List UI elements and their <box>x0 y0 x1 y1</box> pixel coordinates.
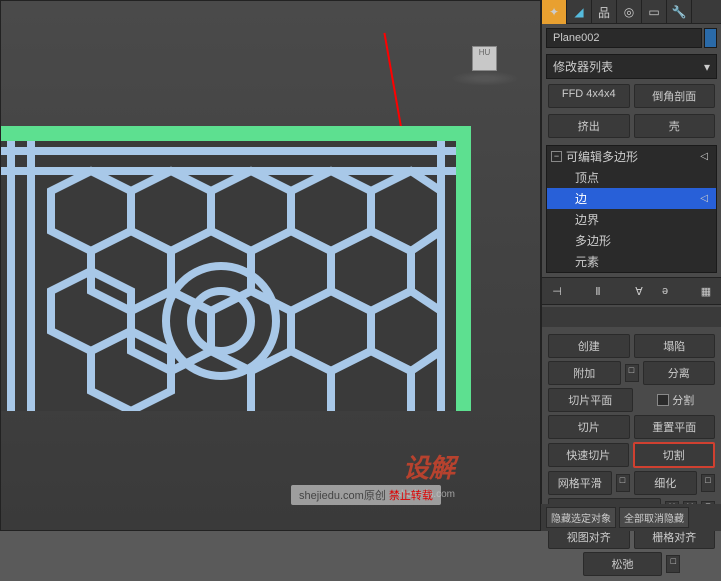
chevron-down-icon: ▾ <box>704 60 710 74</box>
slice-button[interactable]: 切片 <box>548 415 630 439</box>
relax-settings-button[interactable]: □ <box>666 555 680 573</box>
relax-button[interactable]: 松弛 <box>583 552 663 576</box>
modifier-stack[interactable]: − 可编辑多边形 ◁ 顶点 边 ◁ 边界 多边形 元素 <box>546 145 717 273</box>
reset-plane-button[interactable]: 重置平面 <box>634 415 716 439</box>
mesh-wireframe <box>1 141 456 411</box>
msmooth-settings-button[interactable]: □ <box>616 474 630 492</box>
quick-slice-button[interactable]: 快速切片 <box>548 443 629 467</box>
make-unique-icon[interactable]: ∀ <box>630 282 648 300</box>
footer-site: shejiedu.com原创 <box>299 490 386 502</box>
modifier-list-dropdown[interactable]: 修改器列表 ▾ <box>546 54 717 79</box>
object-name-row <box>542 24 721 52</box>
slice-plane-button[interactable]: 切片平面 <box>548 388 633 412</box>
tree-item-border[interactable]: 边界 <box>547 209 716 230</box>
bottom-bar: 隐藏选定对象 全部取消隐藏 <box>541 504 721 531</box>
tree-item-polygon[interactable]: 多边形 <box>547 230 716 251</box>
tree-root-editable-poly[interactable]: − 可编辑多边形 ◁ <box>547 146 716 167</box>
view-cube[interactable]: HU <box>450 36 520 91</box>
tree-indicator-icon: ◁ <box>700 151 708 162</box>
hide-selected-button[interactable]: 隐藏选定对象 <box>546 507 616 528</box>
split-label: 分割 <box>672 392 694 408</box>
command-panel: ✦ ◢ 品 ◎ ▭ 🔧 修改器列表 ▾ FFD 4x4x4 倒角剖面 挤出 壳 … <box>541 0 721 531</box>
tab-utilities-icon[interactable]: 🔧 <box>667 0 692 24</box>
tree-item-element[interactable]: 元素 <box>547 251 716 272</box>
split-checkbox-group[interactable]: 分割 <box>637 392 716 408</box>
viewport[interactable]: HU <box>0 0 541 531</box>
tab-motion-icon[interactable]: ◎ <box>617 0 642 24</box>
split-checkbox[interactable] <box>657 394 669 406</box>
tab-modify-icon[interactable]: ◢ <box>567 0 592 24</box>
tree-indicator-icon: ◁ <box>700 193 708 204</box>
edit-tools: 创建 塌陷 附加 □ 分离 切片平面 分割 切片 重置平面 快速切片 切割 网格… <box>542 329 721 581</box>
section-divider <box>542 307 721 327</box>
collapse-button[interactable]: 塌陷 <box>634 334 716 358</box>
pin-stack-icon[interactable]: ⊣ <box>548 282 566 300</box>
object-color-swatch[interactable] <box>704 28 717 48</box>
object-name-input[interactable] <box>546 28 702 48</box>
dropdown-label: 修改器列表 <box>553 58 613 75</box>
tessellate-settings-button[interactable]: □ <box>701 474 715 492</box>
tree-item-edge[interactable]: 边 ◁ <box>547 188 716 209</box>
watermark-text: 设解 <box>403 448 455 485</box>
extrude-button[interactable]: 挤出 <box>548 114 630 138</box>
tree-collapse-icon[interactable]: − <box>551 151 562 162</box>
tree-item-vertex[interactable]: 顶点 <box>547 167 716 188</box>
cube-shadow <box>450 71 520 86</box>
tab-hierarchy-icon[interactable]: 品 <box>592 0 617 24</box>
shell-button[interactable]: 壳 <box>634 114 716 138</box>
attach-settings-button[interactable]: □ <box>625 364 639 382</box>
tree-root-label: 可编辑多边形 <box>566 148 638 165</box>
cut-button[interactable]: 切割 <box>633 442 716 468</box>
geometry-object[interactable] <box>1 126 476 416</box>
ffd-button[interactable]: FFD 4x4x4 <box>548 84 630 108</box>
footer-attribution: shejiedu.com原创 禁止转载 <box>291 485 441 505</box>
detach-button[interactable]: 分离 <box>643 361 716 385</box>
panel-tabs: ✦ ◢ 品 ◎ ▭ 🔧 <box>542 0 721 24</box>
configure-sets-icon[interactable]: ▦ <box>697 282 715 300</box>
geometry-mesh <box>1 141 456 411</box>
remove-modifier-icon[interactable]: ə <box>656 282 674 300</box>
attach-button[interactable]: 附加 <box>548 361 621 385</box>
show-result-icon[interactable]: Ⅱ <box>589 282 607 300</box>
tab-create-icon[interactable]: ✦ <box>542 0 567 24</box>
chamfer-button[interactable]: 倒角剖面 <box>634 84 716 108</box>
footer-warning: 禁止转载 <box>389 490 433 502</box>
tessellate-button[interactable]: 细化 <box>634 471 698 495</box>
create-button[interactable]: 创建 <box>548 334 630 358</box>
tree-edge-label: 边 <box>575 190 587 207</box>
stack-toolbar: ⊣ Ⅱ ∀ ə ▦ <box>542 277 721 305</box>
tab-display-icon[interactable]: ▭ <box>642 0 667 24</box>
unhide-all-button[interactable]: 全部取消隐藏 <box>619 507 689 528</box>
cube-face[interactable]: HU <box>472 46 497 71</box>
msmooth-button[interactable]: 网格平滑 <box>548 471 612 495</box>
